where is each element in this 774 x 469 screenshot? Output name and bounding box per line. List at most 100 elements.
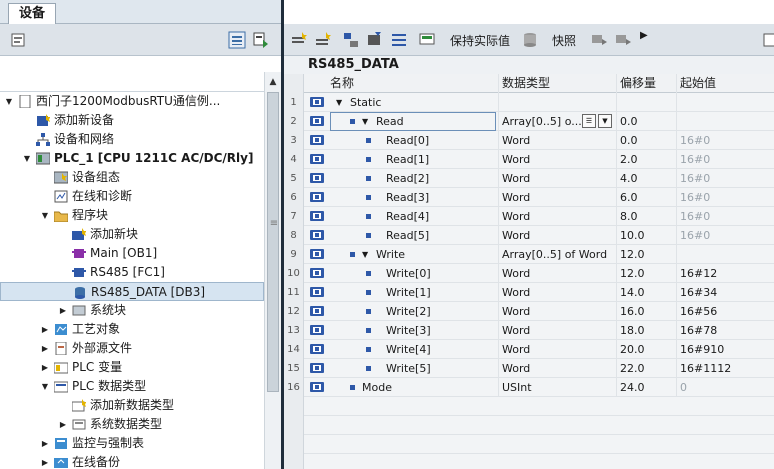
expand-all-icon[interactable]	[342, 31, 360, 49]
name-edit-box[interactable]	[330, 112, 496, 131]
insert-row-icon[interactable]	[290, 31, 308, 49]
member-name[interactable]: Static	[350, 93, 381, 112]
expand-arrow-icon[interactable]: ▶	[40, 453, 50, 469]
member-start-value[interactable]: 16#34	[676, 283, 774, 302]
overflow-icon[interactable]	[762, 31, 774, 49]
type-dropdown-icon[interactable]: ▼	[598, 114, 612, 128]
member-start-value[interactable]: 16#0	[676, 226, 774, 245]
member-start-value[interactable]	[676, 245, 774, 264]
copy-snapshot-icon[interactable]	[590, 31, 608, 49]
empty-row[interactable]	[284, 416, 774, 435]
member-name[interactable]: Mode	[362, 378, 392, 397]
empty-row[interactable]	[284, 435, 774, 454]
tree-item[interactable]: 在线和诊断	[0, 187, 264, 206]
overview-icon[interactable]	[228, 31, 246, 49]
header-type[interactable]: 数据类型	[498, 74, 616, 93]
tree-item[interactable]: Main [OB1]	[0, 244, 264, 263]
tree-item[interactable]: 添加新设备	[0, 111, 264, 130]
expand-arrow-icon[interactable]: ▶	[40, 434, 50, 453]
expand-arrow-icon[interactable]: ▶	[40, 358, 50, 377]
table-row[interactable]: 11 Write[1] Word 14.0 16#34	[284, 283, 774, 302]
expand-arrow-icon[interactable]: ▶	[40, 339, 50, 358]
member-start-value[interactable]	[676, 93, 774, 112]
table-row[interactable]: 3 Read[0] Word 0.0 16#0	[284, 131, 774, 150]
add-row-icon[interactable]	[314, 31, 332, 49]
member-start-value[interactable]: 16#910	[676, 340, 774, 359]
scroll-up-icon[interactable]: ▲	[265, 74, 281, 90]
member-type[interactable]	[498, 93, 616, 112]
expand-arrow-icon[interactable]: ▶	[58, 415, 68, 434]
tree-item[interactable]: ▼ PLC_1 [CPU 1211C AC/DC/Rly]	[0, 149, 264, 168]
keep-actual-values-button[interactable]: 保持实际值	[450, 32, 510, 49]
table-row[interactable]: 9 ▼ Write Array[0..5] of Word 12.0	[284, 245, 774, 264]
member-type[interactable]: Word	[498, 264, 616, 283]
tree-item[interactable]: ▶ PLC 变量	[0, 358, 264, 377]
member-type[interactable]: Word	[498, 226, 616, 245]
tree-item[interactable]: ▶ 在线备份	[0, 453, 264, 469]
collapse-arrow-icon[interactable]: ▼	[362, 245, 368, 264]
header-name[interactable]: 名称	[330, 74, 496, 93]
member-start-value[interactable]: 16#12	[676, 264, 774, 283]
member-type[interactable]: Word	[498, 207, 616, 226]
table-row[interactable]: 14 Write[4] Word 20.0 16#910	[284, 340, 774, 359]
member-name[interactable]: Write[4]	[386, 340, 431, 359]
split-view-icon[interactable]	[252, 31, 270, 49]
table-row[interactable]: 12 Write[2] Word 16.0 16#56	[284, 302, 774, 321]
member-type[interactable]: Word	[498, 359, 616, 378]
collapse-arrow-icon[interactable]: ▼	[40, 206, 50, 225]
member-name[interactable]: Read[5]	[386, 226, 429, 245]
list-icon[interactable]	[390, 31, 408, 49]
member-name[interactable]: Read	[376, 112, 404, 131]
tree-item[interactable]: ▶ 外部源文件	[0, 339, 264, 358]
member-name[interactable]: Write[5]	[386, 359, 431, 378]
collapse-arrow-icon[interactable]: ▼	[40, 377, 50, 396]
tree-item[interactable]: 添加新数据类型	[0, 396, 264, 415]
tree-scrollbar[interactable]: ▲ ≡	[264, 72, 281, 469]
collapse-arrow-icon[interactable]: ▼	[22, 149, 32, 168]
table-row[interactable]: 7 Read[4] Word 8.0 16#0	[284, 207, 774, 226]
member-start-value[interactable]: 16#1112	[676, 359, 774, 378]
collapse-all-icon[interactable]	[366, 31, 384, 49]
member-start-value[interactable]: 16#0	[676, 169, 774, 188]
member-name[interactable]: Read[2]	[386, 169, 429, 188]
table-row[interactable]: 15 Write[5] Word 22.0 16#1112	[284, 359, 774, 378]
member-name[interactable]: Read[3]	[386, 188, 429, 207]
member-type[interactable]: USInt	[498, 378, 616, 397]
tree-item[interactable]: RS485_DATA [DB3]	[0, 282, 264, 301]
more-arrow-icon[interactable]: ▶	[640, 30, 648, 41]
expand-arrow-icon[interactable]: ▶	[58, 301, 68, 320]
member-name[interactable]: Read[1]	[386, 150, 429, 169]
tree-item[interactable]: 设备和网络	[0, 130, 264, 149]
member-type[interactable]: Word	[498, 340, 616, 359]
member-start-value[interactable]: 16#0	[676, 207, 774, 226]
member-name[interactable]: Write[3]	[386, 321, 431, 340]
table-row[interactable]: 10 Write[0] Word 12.0 16#12	[284, 264, 774, 283]
tree-item[interactable]: ▼ 西门子1200ModbusRTU通信例...	[0, 92, 264, 111]
member-start-value[interactable]: 16#0	[676, 150, 774, 169]
header-offset[interactable]: 偏移量	[616, 74, 676, 93]
tree-item[interactable]: 设备组态	[0, 168, 264, 187]
member-start-value[interactable]: 16#0	[676, 131, 774, 150]
tab-devices[interactable]: 设备	[8, 3, 57, 25]
member-start-value[interactable]: 16#56	[676, 302, 774, 321]
member-name[interactable]: Write[1]	[386, 283, 431, 302]
member-type[interactable]: Word	[498, 188, 616, 207]
table-row[interactable]: 13 Write[3] Word 18.0 16#78	[284, 321, 774, 340]
collapse-arrow-icon[interactable]: ▼	[336, 93, 342, 112]
tree-item[interactable]: ▶ 系统数据类型	[0, 415, 264, 434]
header-start-value[interactable]: 起始值	[676, 74, 774, 93]
empty-row[interactable]	[284, 454, 774, 469]
member-type[interactable]: Word	[498, 321, 616, 340]
expand-arrow-icon[interactable]: ▶	[40, 320, 50, 339]
member-name[interactable]: Write	[376, 245, 405, 264]
table-row[interactable]: 5 Read[2] Word 4.0 16#0	[284, 169, 774, 188]
load-snapshot-icon[interactable]	[614, 31, 632, 49]
collapse-arrow-icon[interactable]: ▼	[4, 92, 14, 111]
member-start-value[interactable]: 16#78	[676, 321, 774, 340]
tree-item[interactable]: ▶ 工艺对象	[0, 320, 264, 339]
table-row[interactable]: 8 Read[5] Word 10.0 16#0	[284, 226, 774, 245]
member-type[interactable]: Word	[498, 302, 616, 321]
member-start-value[interactable]: 0	[676, 378, 774, 397]
type-list-icon[interactable]: ☰	[582, 114, 596, 128]
tree-item[interactable]: ▼ 程序块	[0, 206, 264, 225]
